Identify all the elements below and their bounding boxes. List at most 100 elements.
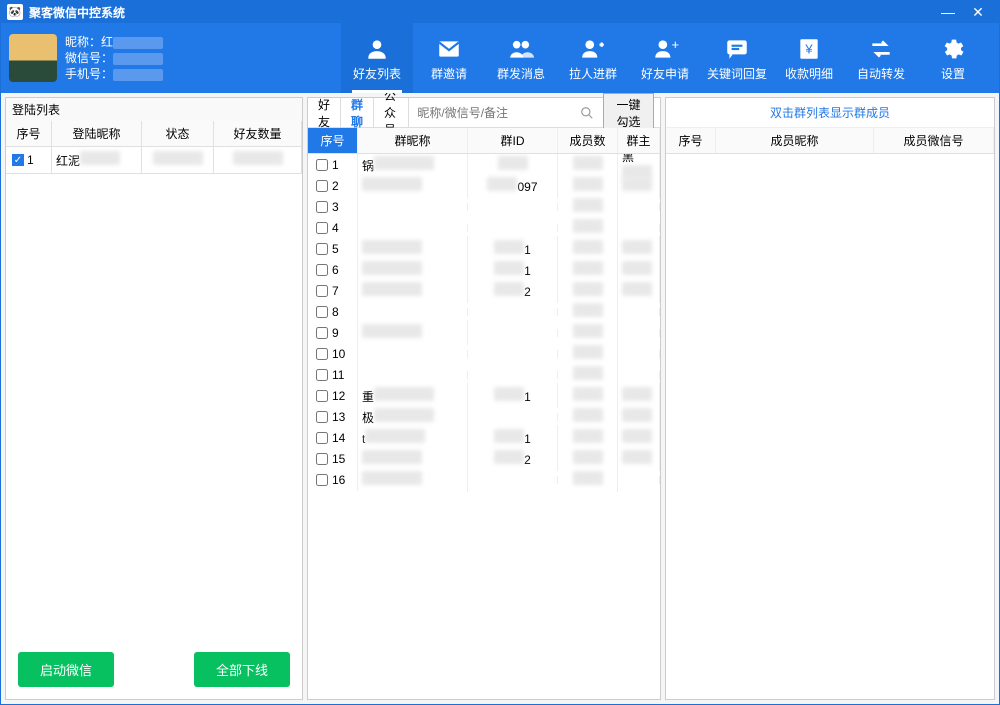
nav-settings[interactable]: 设置 [917, 23, 989, 93]
row-checkbox[interactable] [316, 222, 328, 234]
blurred-text [113, 53, 163, 65]
col-groupname: 群昵称 [358, 128, 468, 153]
nav-auto-forward[interactable]: 自动转发 [845, 23, 917, 93]
svg-text:+: + [672, 37, 680, 52]
nav-group-invite[interactable]: 群邀请 [413, 23, 485, 93]
nav-income[interactable]: ¥ 收款明细 [773, 23, 845, 93]
login-table-header: 序号 登陆昵称 状态 好友数量 [6, 121, 302, 147]
body: 登陆列表 序号 登陆昵称 状态 好友数量 ✓1红泥 启动微信 全部下线 好友群聊… [1, 93, 999, 704]
group-row[interactable]: 14t1 [308, 427, 660, 448]
nav-pull-group[interactable]: 拉人进群 [557, 23, 629, 93]
nav-mass-msg[interactable]: 群发消息 [485, 23, 557, 93]
row-checkbox[interactable] [316, 159, 328, 171]
friend-req-icon: + [649, 35, 681, 63]
group-row[interactable]: 1锅黑 [308, 154, 660, 175]
select-all-button[interactable]: 一键勾选 [603, 93, 654, 133]
tab-friend[interactable]: 好友 [308, 98, 341, 127]
login-table-body: ✓1红泥 [6, 147, 302, 640]
nav-label: 收款明细 [785, 65, 833, 82]
nav-label: 自动转发 [857, 65, 905, 82]
col-nick: 登陆昵称 [52, 121, 142, 147]
group-row[interactable]: 16 [308, 469, 660, 490]
close-button[interactable]: ✕ [963, 4, 993, 21]
group-row[interactable]: 9 [308, 322, 660, 343]
group-row[interactable]: 13极 [308, 406, 660, 427]
friends-icon [361, 35, 393, 63]
row-checkbox[interactable] [316, 432, 328, 444]
row-checkbox[interactable] [316, 327, 328, 339]
nav-label: 拉人进群 [569, 65, 617, 82]
nav-label: 群发消息 [497, 65, 545, 82]
checkbox-icon[interactable]: ✓ [12, 154, 24, 166]
row-checkbox[interactable] [316, 264, 328, 276]
group-table-body: 1锅黑20973451617289101112重113极14t115216 [308, 154, 660, 699]
nav-label: 设置 [941, 65, 965, 82]
group-row[interactable]: 3 [308, 196, 660, 217]
search-icon[interactable] [580, 106, 597, 120]
row-checkbox[interactable] [316, 369, 328, 381]
header: 昵称：红 微信号： 手机号： 好友列表 群邀请 群发消息 拉人进群 + 好友申请关键词回复… [1, 23, 999, 93]
nav-label: 群邀请 [431, 65, 467, 82]
row-checkbox[interactable] [316, 243, 328, 255]
row-checkbox[interactable] [316, 348, 328, 360]
row-checkbox[interactable] [316, 390, 328, 402]
app-title: 聚客微信中控系统 [29, 4, 933, 21]
mass-msg-icon [505, 35, 537, 63]
middle-toolbar: 好友群聊公众号 一键勾选 [308, 98, 660, 128]
start-wechat-button[interactable]: 启动微信 [18, 652, 114, 687]
group-row[interactable]: 152 [308, 448, 660, 469]
main-nav: 好友列表 群邀请 群发消息 拉人进群 + 好友申请关键词回复 ¥ 收款明细 自动转发 设置 [309, 23, 999, 93]
nav-keyword-reply[interactable]: 关键词回复 [701, 23, 773, 93]
group-row[interactable]: 51 [308, 238, 660, 259]
avatar [9, 34, 57, 82]
app-logo-icon: 🐼 [7, 4, 23, 20]
nav-label: 好友列表 [353, 65, 401, 82]
col-idx: 序号 [6, 121, 52, 147]
row-checkbox[interactable] [316, 285, 328, 297]
login-row[interactable]: ✓1红泥 [6, 147, 302, 174]
col-groupid: 群ID [468, 128, 558, 153]
row-checkbox[interactable] [316, 411, 328, 423]
income-icon: ¥ [793, 35, 825, 63]
blurred-text [113, 37, 163, 49]
row-checkbox[interactable] [316, 474, 328, 486]
app-window: 🐼 聚客微信中控系统 — ✕ 昵称：红 微信号： 手机号： 好友列表 群邀请 群发消… [0, 0, 1000, 705]
wxid-label: 微信号： [65, 50, 113, 66]
group-row[interactable]: 4 [308, 217, 660, 238]
row-checkbox[interactable] [316, 306, 328, 318]
row-checkbox[interactable] [316, 180, 328, 192]
row-checkbox[interactable] [316, 201, 328, 213]
group-row[interactable]: 72 [308, 280, 660, 301]
all-offline-button[interactable]: 全部下线 [194, 652, 290, 687]
settings-icon [937, 35, 969, 63]
col-members: 成员数 [558, 128, 618, 153]
nav-friend-req[interactable]: + 好友申请 [629, 23, 701, 93]
group-invite-icon [433, 35, 465, 63]
phone-label: 手机号： [65, 66, 113, 82]
tab-group[interactable]: 群聊 [341, 98, 374, 127]
auto-forward-icon [865, 35, 897, 63]
group-row[interactable]: 61 [308, 259, 660, 280]
login-list-panel: 登陆列表 序号 登陆昵称 状态 好友数量 ✓1红泥 启动微信 全部下线 [5, 97, 303, 700]
minimize-button[interactable]: — [933, 4, 963, 20]
nav-label: 好友申请 [641, 65, 689, 82]
col-friendcount: 好友数量 [214, 121, 302, 147]
col-memberwxid: 成员微信号 [874, 128, 994, 153]
nav-friends[interactable]: 好友列表 [341, 23, 413, 93]
left-footer: 启动微信 全部下线 [6, 640, 302, 699]
search-input[interactable] [409, 98, 580, 127]
group-row[interactable]: 10 [308, 343, 660, 364]
pull-group-icon [577, 35, 609, 63]
profile-box: 昵称：红 微信号： 手机号： [9, 23, 309, 93]
titlebar: 🐼 聚客微信中控系统 — ✕ [1, 1, 999, 23]
group-row[interactable]: 2097 [308, 175, 660, 196]
col-status: 状态 [142, 121, 214, 147]
nick-value: 红 [101, 35, 113, 49]
profile-info: 昵称：红 微信号： 手机号： [65, 34, 163, 82]
member-hint: 双击群列表显示群成员 [666, 98, 994, 128]
member-table-header: 序号 成员昵称 成员微信号 [666, 128, 994, 154]
row-checkbox[interactable] [316, 453, 328, 465]
tab-official[interactable]: 公众号 [374, 98, 409, 127]
group-table-header: 序号 群昵称 群ID 成员数 群主 [308, 128, 660, 154]
group-row[interactable]: 8 [308, 301, 660, 322]
